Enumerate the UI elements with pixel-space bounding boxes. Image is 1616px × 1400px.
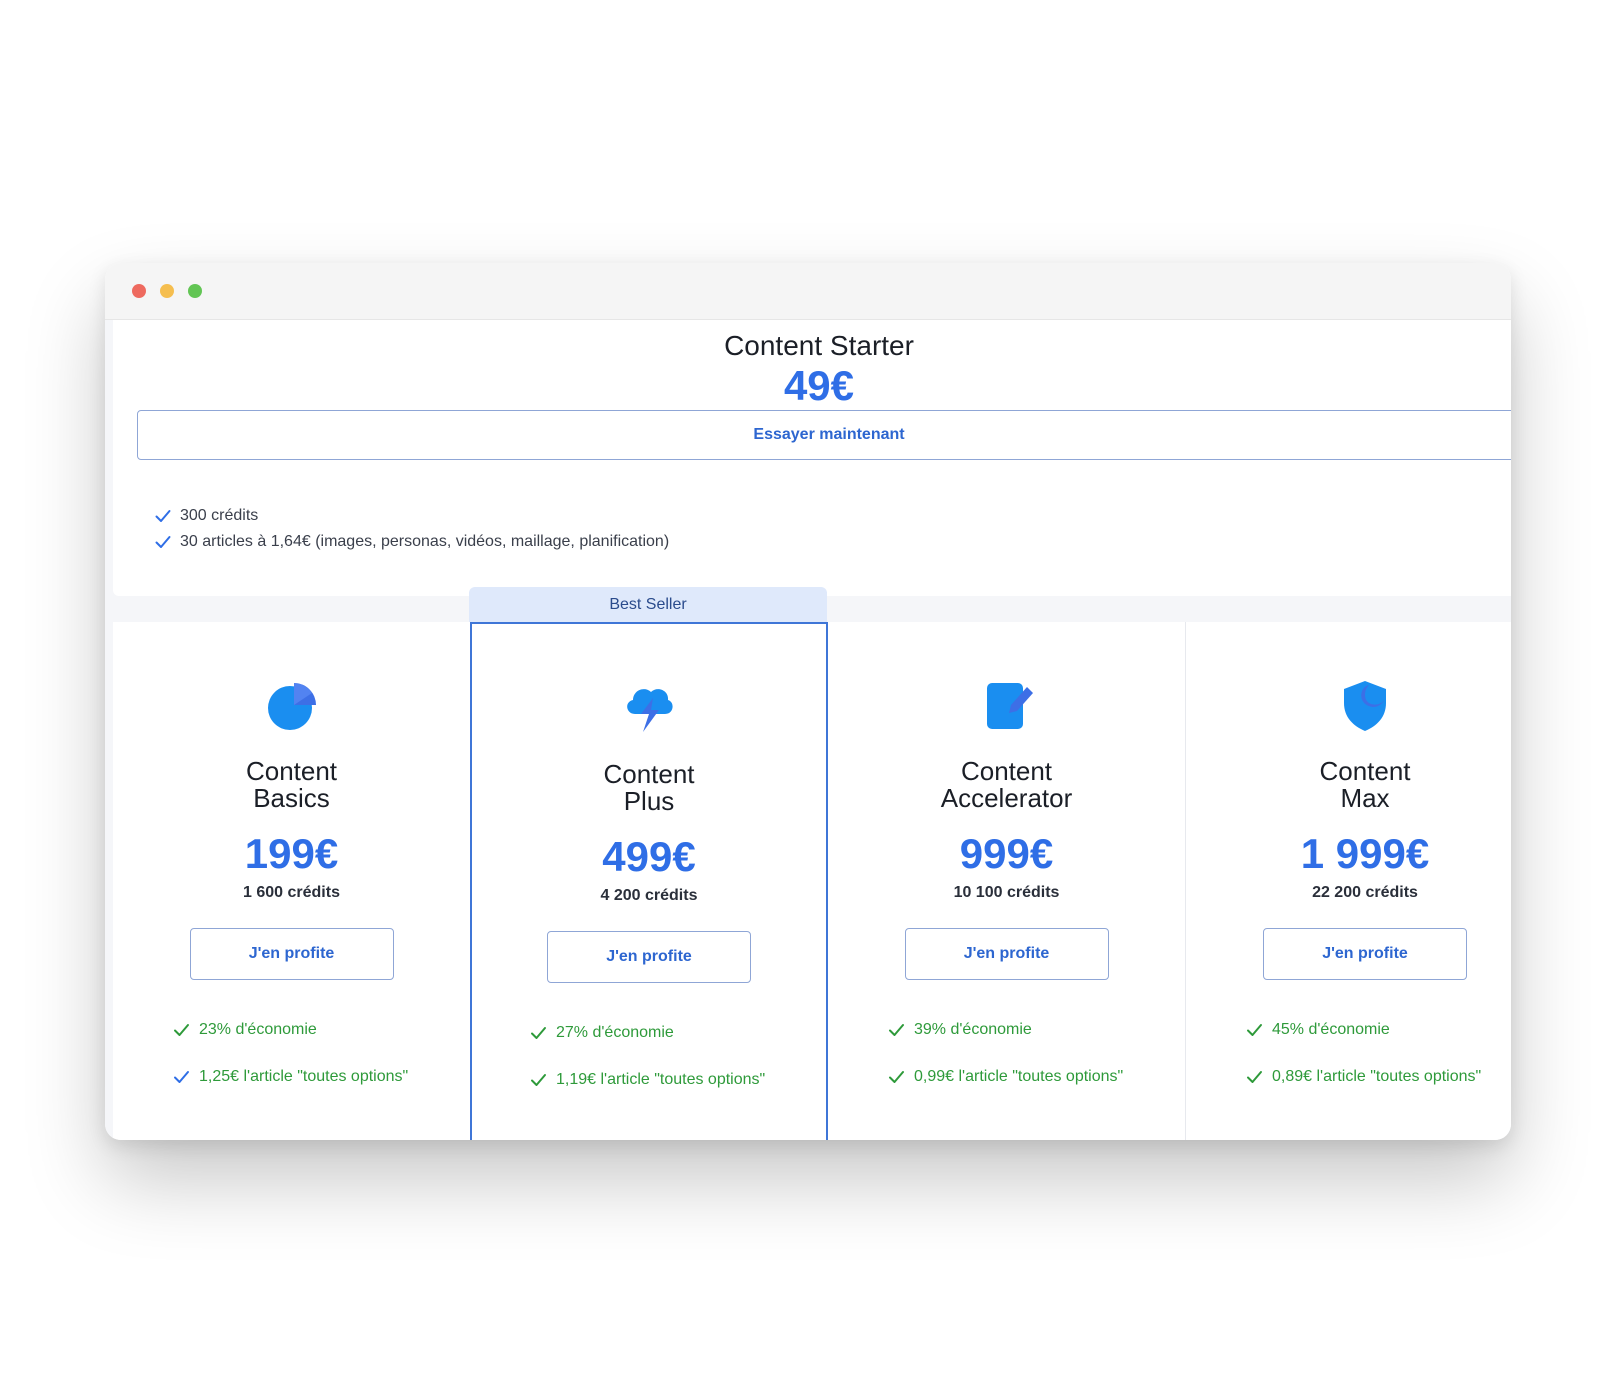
check-icon: [1247, 1071, 1262, 1083]
plan-feature-text: 39% d'économie: [914, 1021, 1032, 1038]
plan-name: Content Accelerator: [828, 758, 1185, 812]
subscribe-button[interactable]: J'en profite: [189, 928, 394, 980]
plan-card-max: Content Max 1 999€ 22 200 crédits J'en p…: [1186, 622, 1511, 1140]
check-icon: [155, 536, 171, 548]
check-icon: [889, 1024, 904, 1036]
window-titlebar: [105, 263, 1511, 320]
plan-name: Content Max: [1186, 758, 1511, 812]
plan-feature: 23% d'économie: [173, 1017, 433, 1043]
plan-credits: 4 200 crédits: [600, 887, 698, 904]
check-icon: [531, 1027, 546, 1039]
subscribe-button[interactable]: J'en profite: [904, 928, 1109, 980]
starter-feature-item: 30 articles à 1,64€ (images, personas, v…: [155, 529, 669, 555]
plan-name-line: Content: [960, 756, 1053, 786]
starter-plan-card: Content Starter 49€ Essayer maintenant 3…: [113, 320, 1511, 596]
plan-credits: 10 100 crédits: [953, 884, 1060, 901]
starter-feature-list: 300 crédits 30 articles à 1,64€ (images,…: [155, 503, 669, 555]
plan-price: 199€: [244, 830, 339, 877]
plan-feature: 27% d'économie: [530, 1020, 790, 1046]
check-icon: [174, 1024, 189, 1036]
plan-card-plus: Content Plus 499€ 4 200 crédits J'en pro…: [470, 622, 828, 1140]
plan-feature-text: 1,25€ l'article "toutes options": [199, 1068, 409, 1085]
plan-feature-text: 27% d'économie: [556, 1024, 674, 1041]
plan-feature: 0,89€ l'article "toutes options": [1246, 1064, 1506, 1090]
plan-name: Content Basics: [113, 758, 470, 812]
pricing-page: Content Starter 49€ Essayer maintenant 3…: [105, 320, 1511, 1140]
starter-plan-price: 49€: [783, 362, 855, 409]
check-icon: [155, 510, 171, 522]
starter-feature-item: 300 crédits: [155, 503, 669, 529]
check-icon: [531, 1074, 546, 1086]
plan-card-basics: Content Basics 199€ 1 600 crédits J'en p…: [113, 622, 470, 1140]
plan-credits: 22 200 crédits: [1312, 884, 1418, 901]
plan-feature-text: 45% d'économie: [1272, 1021, 1390, 1038]
subscribe-button[interactable]: J'en profite: [547, 931, 751, 983]
plan-name: Content Plus: [472, 761, 826, 815]
plan-card-accelerator: Content Accelerator 999€ 10 100 crédits …: [828, 622, 1186, 1140]
plan-feature-text: 1,19€ l'article "toutes options": [556, 1071, 766, 1088]
plan-feature-text: 0,89€ l'article "toutes options": [1272, 1068, 1482, 1085]
check-icon: [889, 1071, 904, 1083]
plan-price: 999€: [959, 830, 1054, 877]
plan-feature-text: 23% d'économie: [199, 1021, 317, 1038]
plan-name-line: Accelerator: [940, 783, 1073, 813]
check-icon: [174, 1071, 189, 1083]
starter-feature-text: 30 articles à 1,64€ (images, personas, v…: [180, 533, 670, 550]
plan-price: 499€: [602, 833, 696, 880]
plan-name-line: Plus: [623, 786, 675, 816]
plan-name-line: Content: [245, 756, 338, 786]
plan-name-line: Max: [1340, 783, 1390, 813]
plan-feature: 1,25€ l'article "toutes options": [173, 1064, 433, 1090]
starter-feature-text: 300 crédits: [180, 507, 259, 524]
plan-feature: 1,19€ l'article "toutes options": [530, 1067, 790, 1093]
check-icon: [1247, 1024, 1262, 1036]
best-seller-badge: Best Seller: [469, 587, 827, 622]
try-now-button[interactable]: Essayer maintenant: [137, 410, 1511, 460]
close-window-button[interactable]: [132, 284, 146, 298]
plan-credits: 1 600 crédits: [243, 884, 340, 901]
pie-chart-icon: [267, 683, 316, 730]
plan-name-line: Content: [1319, 756, 1411, 786]
minimize-window-button[interactable]: [160, 284, 174, 298]
plan-feature: 39% d'économie: [888, 1017, 1148, 1043]
starter-plan-title: Content Starter: [724, 330, 914, 361]
plans-row: Content Basics 199€ 1 600 crédits J'en p…: [113, 622, 1511, 1140]
plan-feature: 45% d'économie: [1246, 1017, 1506, 1043]
plan-feature: 0,99€ l'article "toutes options": [888, 1064, 1148, 1090]
plan-name-line: Content: [603, 759, 695, 789]
cloud-lightning-icon: [627, 689, 673, 732]
plan-feature-text: 0,99€ l'article "toutes options": [914, 1068, 1124, 1085]
document-pen-icon: [986, 683, 1033, 729]
plan-price: 1 999€: [1300, 830, 1430, 877]
maximize-window-button[interactable]: [188, 284, 202, 298]
subscribe-button[interactable]: J'en profite: [1263, 928, 1467, 980]
browser-window: Content Starter 49€ Essayer maintenant 3…: [105, 263, 1511, 1140]
shield-moon-icon: [1344, 681, 1386, 731]
plan-name-line: Basics: [253, 783, 330, 813]
